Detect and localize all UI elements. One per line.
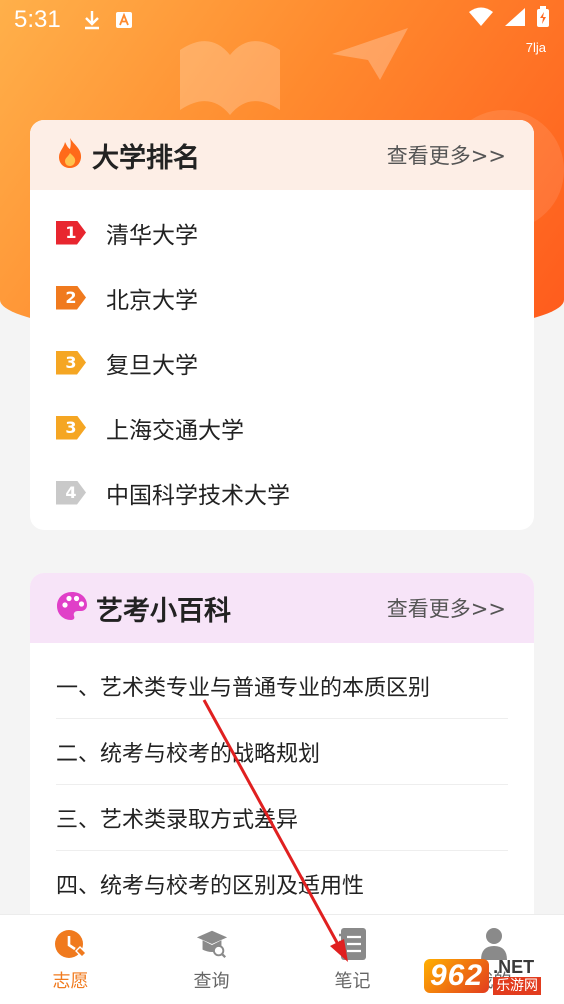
status-time: 5:31 xyxy=(14,6,61,33)
book-decoration-icon xyxy=(180,41,280,115)
rank-badge-icon: 2 xyxy=(56,285,86,310)
wiki-article-item[interactable]: 二、统考与校考的战略规划 xyxy=(56,719,508,785)
ranking-item[interactable]: 2 北京大学 xyxy=(30,265,534,330)
palette-icon xyxy=(56,591,88,625)
wiki-more-link[interactable]: 查看更多>> xyxy=(387,593,506,623)
tab-volunteer-label: 志愿 xyxy=(52,970,89,992)
ranking-item[interactable]: 1 清华大学 xyxy=(30,200,534,265)
wiki-article-item[interactable]: 一、艺术类专业与普通专业的本质区别 xyxy=(56,653,508,719)
tab-mine-label: 我的 xyxy=(475,970,512,992)
battery-icon xyxy=(536,6,550,34)
download-icon xyxy=(83,10,101,30)
status-bar: 5:31 xyxy=(0,0,564,40)
rank-badge-icon: 3 xyxy=(56,415,86,440)
wifi-icon xyxy=(468,7,494,33)
wiki-title: 艺考小百科 xyxy=(96,595,231,627)
bottom-tab-bar: 志愿 查询 笔记 我的 xyxy=(0,914,564,1004)
university-name: 中国科学技术大学 xyxy=(106,482,290,509)
notebook-icon xyxy=(336,927,370,961)
wiki-header: 艺考小百科 查看更多>> xyxy=(30,573,534,643)
person-icon xyxy=(477,927,511,961)
university-name: 复旦大学 xyxy=(106,352,198,379)
ranking-more-link[interactable]: 查看更多>> xyxy=(387,140,506,170)
rank-badge-icon: 1 xyxy=(56,220,86,245)
ranking-item[interactable]: 3 复旦大学 xyxy=(30,330,534,395)
signal-icon xyxy=(504,7,526,33)
tab-notes-label: 笔记 xyxy=(334,970,371,992)
tab-notes[interactable]: 笔记 xyxy=(282,915,423,1004)
tab-mine[interactable]: 我的 xyxy=(423,915,564,1004)
wiki-article-item[interactable]: 三、艺术类录取方式差异 xyxy=(56,785,508,851)
university-name: 清华大学 xyxy=(106,222,198,249)
tab-query-label: 查询 xyxy=(193,970,230,992)
ranking-item[interactable]: 3 上海交通大学 xyxy=(30,395,534,460)
rank-badge-icon: 3 xyxy=(56,350,86,375)
volunteer-icon xyxy=(54,927,88,961)
rank-badge-icon: 4 xyxy=(56,480,86,505)
app-notification-icon xyxy=(115,11,133,29)
hero-tag: 7lja xyxy=(525,40,546,55)
university-name: 北京大学 xyxy=(106,287,198,314)
tab-volunteer[interactable]: 志愿 xyxy=(0,915,141,1004)
fire-icon xyxy=(56,137,84,173)
university-name: 上海交通大学 xyxy=(106,417,244,444)
ranking-item[interactable]: 4 中国科学技术大学 xyxy=(30,460,534,525)
university-ranking-card: 大学排名 查看更多>> 1 清华大学 2 北京大学 3 复旦大学 3 上海交通大… xyxy=(30,120,534,530)
tab-query[interactable]: 查询 xyxy=(141,915,282,1004)
graduation-cap-icon xyxy=(195,927,229,961)
ranking-list: 1 清华大学 2 北京大学 3 复旦大学 3 上海交通大学 4 中国科学技术大学 xyxy=(30,190,534,525)
wiki-list: 一、艺术类专业与普通专业的本质区别 二、统考与校考的战略规划 三、艺术类录取方式… xyxy=(30,643,534,917)
ranking-title: 大学排名 xyxy=(92,142,200,174)
ranking-header: 大学排名 查看更多>> xyxy=(30,120,534,190)
art-exam-wiki-card: 艺考小百科 查看更多>> 一、艺术类专业与普通专业的本质区别 二、统考与校考的战… xyxy=(30,573,534,933)
wiki-article-item[interactable]: 四、统考与校考的区别及适用性 xyxy=(56,851,508,917)
